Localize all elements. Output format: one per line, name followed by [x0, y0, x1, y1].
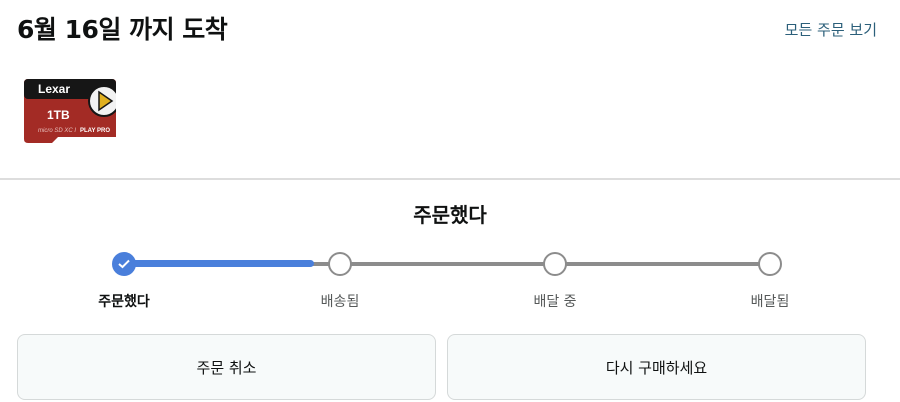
step-label-delivered: 배달됨 [750, 294, 790, 310]
product-image-brand: Lexar [38, 82, 70, 96]
step-label-ordered: 주문했다 [98, 294, 150, 310]
step-node-shipped [328, 252, 352, 276]
cancel-order-button[interactable]: 주문 취소 [17, 334, 436, 400]
buy-again-button[interactable]: 다시 구매하세요 [447, 334, 866, 400]
step-label-out-for-delivery: 배달 중 [533, 294, 577, 310]
order-status-heading: 주문했다 [413, 203, 487, 227]
product-image-line: PLAY PRO [80, 128, 110, 134]
check-icon [118, 259, 130, 269]
delivery-progress: 주문했다 배송됨 배달 중 배달됨 [0, 250, 900, 320]
product-image-capacity: 1TB [47, 108, 70, 122]
product-image-microsd: micro SD XC I [38, 128, 76, 134]
step-node-out-for-delivery [543, 252, 567, 276]
step-node-delivered [758, 252, 782, 276]
product-image[interactable]: Lexar 1TB micro SD XC I PLAY PRO [24, 79, 116, 146]
view-all-orders-link[interactable]: 모든 주문 보기 [785, 19, 877, 40]
step-node-ordered [112, 252, 136, 276]
progress-track-filled [124, 260, 314, 267]
order-summary-card: 6월 16일 까지 도착 모든 주문 보기 Lexar 1TB micro SD… [0, 0, 900, 180]
arrival-date-title: 6월 16일 까지 도착 [17, 15, 228, 44]
step-label-shipped: 배송됨 [320, 294, 360, 310]
